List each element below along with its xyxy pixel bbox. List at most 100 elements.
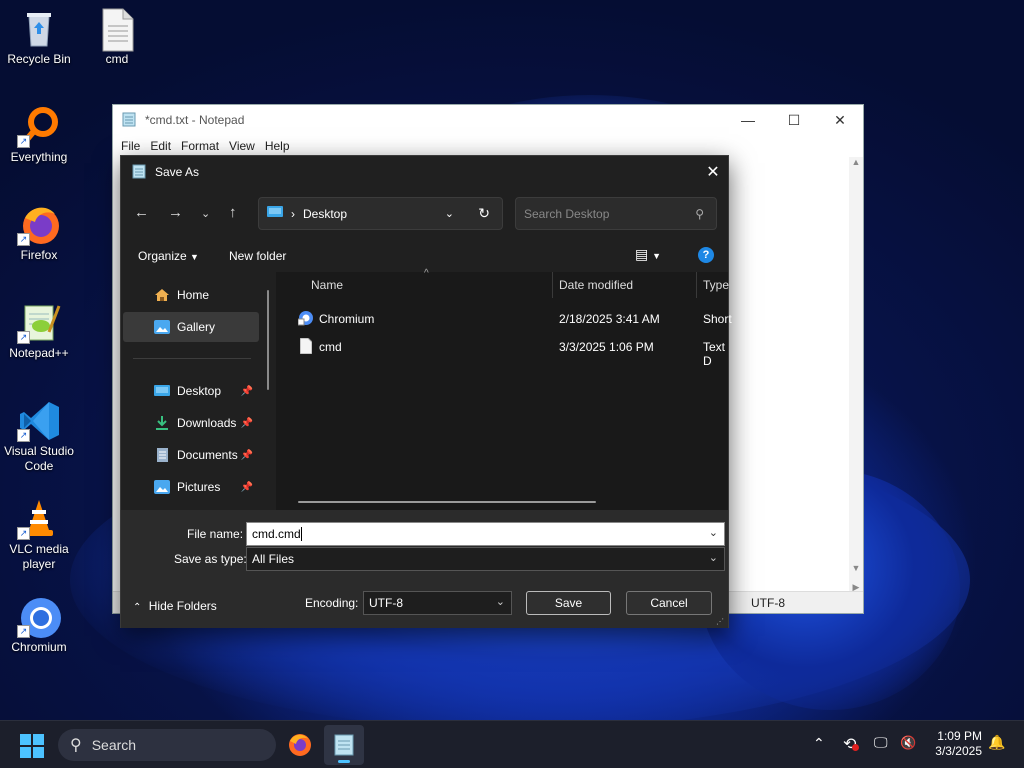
chromium-icon: ↗ (17, 596, 61, 638)
sidebar-label: Documents (177, 448, 238, 462)
menu-format[interactable]: Format (179, 139, 227, 153)
pin-icon[interactable]: 📌 (241, 418, 253, 429)
start-button[interactable] (20, 734, 44, 761)
search-desktop-box[interactable]: Search Desktop ⚲ (515, 197, 717, 230)
address-desktop[interactable]: Desktop (303, 207, 347, 221)
menu-file[interactable]: File (119, 139, 148, 153)
sync-status-icon[interactable]: ⟲ (843, 734, 859, 754)
pin-icon[interactable]: 📌 (241, 482, 253, 493)
chevron-down-icon[interactable]: ⌄ (201, 207, 210, 220)
pin-icon[interactable]: 📌 (241, 450, 253, 461)
windows-logo-icon (20, 734, 44, 758)
sort-ascending-icon: ^ (424, 268, 429, 279)
hide-folders-label: Hide Folders (148, 599, 217, 613)
resize-grip-icon[interactable]: ⋰ (716, 617, 724, 626)
desktop-icon-vlc[interactable]: ↗ VLC media player (0, 498, 78, 572)
desktop-icon-firefox[interactable]: ↗ Firefox (0, 204, 78, 263)
taskbar-search-box[interactable]: ⚲ Search (58, 729, 276, 761)
notification-bell-icon[interactable]: 🔔 (988, 734, 1005, 751)
shortcut-arrow-icon: ↗ (17, 625, 30, 638)
sidebar-item-gallery[interactable]: Gallery (123, 312, 259, 342)
sidebar-item-pictures[interactable]: Pictures 📌 (123, 472, 259, 502)
search-input[interactable]: Search Desktop (524, 207, 609, 221)
chevron-down-icon[interactable]: ⌄ (709, 551, 718, 564)
menu-edit[interactable]: Edit (148, 139, 179, 153)
minimize-button[interactable]: — (725, 112, 771, 129)
sidebar-label: Gallery (177, 320, 216, 334)
desktop-icon-cmd[interactable]: cmd (78, 8, 156, 67)
taskbar-firefox[interactable] (288, 733, 312, 760)
dialog-close-button[interactable]: ✕ (698, 162, 728, 182)
encoding-label: Encoding: (305, 596, 359, 610)
sidebar-item-documents[interactable]: Documents 📌 (123, 440, 259, 470)
firefox-icon: ↗ (17, 204, 59, 246)
shortcut-arrow-icon: ↗ (17, 331, 30, 344)
dialog-titlebar[interactable]: Save As ✕ (121, 156, 728, 188)
cancel-button[interactable]: Cancel (626, 591, 712, 615)
save-button[interactable]: Save (526, 591, 611, 615)
sidebar-label: Pictures (177, 480, 221, 494)
sidebar-item-home[interactable]: Home (123, 280, 259, 310)
save-as-type-select[interactable]: All Files ⌄ (246, 547, 725, 571)
menu-help[interactable]: Help (263, 139, 298, 153)
file-list-horizontal-scrollbar[interactable] (298, 501, 596, 503)
notepad-vertical-scrollbar[interactable]: ▲ ▼ ▶ (849, 157, 863, 597)
forward-arrow-icon[interactable]: → (168, 204, 183, 221)
file-name: cmd (319, 340, 342, 354)
error-badge-icon (852, 744, 859, 751)
chevron-down-icon[interactable]: ⌄ (496, 595, 505, 608)
desktop-icon-label: Firefox (20, 248, 58, 262)
text-file-icon (299, 337, 313, 357)
sidebar-scrollbar[interactable] (267, 290, 269, 390)
file-row[interactable]: cmd 3/3/2025 1:06 PM Text D (276, 334, 728, 368)
file-name-input[interactable]: cmd.cmd ⌄ (246, 522, 725, 546)
help-icon[interactable]: ? (698, 247, 714, 263)
network-icon[interactable]: 🖵 (874, 734, 888, 751)
column-separator[interactable] (696, 272, 697, 298)
sidebar-item-desktop[interactable]: Desktop 📌 (123, 376, 259, 406)
menu-view[interactable]: View (227, 139, 263, 153)
refresh-icon[interactable]: ↻ (478, 205, 490, 222)
volume-muted-icon[interactable]: 🔇 (900, 735, 916, 751)
taskbar-notepad[interactable] (324, 725, 364, 765)
file-list[interactable]: ^ Name Date modified Type Chromium 2/18/… (276, 268, 732, 510)
column-separator[interactable] (552, 272, 553, 298)
save-as-type-label: Save as type: (174, 552, 247, 566)
desktop-icon-notepad-plus-plus[interactable]: ↗ Notepad++ (0, 302, 78, 361)
shortcut-arrow-icon: ↗ (17, 135, 30, 148)
notepad-titlebar[interactable]: *cmd.txt - Notepad — ☐ ✕ (113, 105, 863, 135)
close-button[interactable]: ✕ (817, 112, 863, 129)
new-folder-button[interactable]: New folder (229, 249, 286, 263)
file-type: Short (703, 312, 732, 326)
desktop-icon-everything[interactable]: ↗ Everything (0, 106, 78, 165)
sidebar-item-downloads[interactable]: Downloads 📌 (123, 408, 259, 438)
desktop-icon-label: Chromium (11, 640, 67, 654)
desktop-icon-vscode[interactable]: ↗ Visual Studio Code (0, 400, 78, 474)
up-arrow-icon[interactable]: ↑ (229, 204, 237, 221)
maximize-button[interactable]: ☐ (771, 112, 817, 129)
column-header-date-modified[interactable]: Date modified (559, 278, 633, 292)
view-options-icon[interactable]: ▤ ▼ (635, 246, 661, 263)
organize-button[interactable]: Organize ▼ (138, 249, 199, 263)
address-bar[interactable]: › Desktop ⌄ ↻ (258, 197, 503, 230)
back-arrow-icon[interactable]: ← (134, 204, 149, 221)
address-dropdown-icon[interactable]: ⌄ (445, 207, 454, 220)
encoding-select[interactable]: UTF-8 ⌄ (363, 591, 512, 615)
text-file-icon (97, 8, 137, 52)
system-clock[interactable]: 1:09 PM 3/3/2025 (924, 729, 982, 759)
file-row[interactable]: Chromium 2/18/2025 3:41 AM Short (276, 306, 732, 332)
show-hidden-icons-button[interactable]: ⌃ (813, 735, 825, 752)
column-header-name[interactable]: Name (311, 278, 343, 292)
desktop-icon-recycle-bin[interactable]: Recycle Bin (0, 8, 78, 67)
column-header-type[interactable]: Type (703, 278, 729, 292)
desktop-icon-label: Visual Studio Code (4, 444, 74, 473)
hide-folders-button[interactable]: ⌃ Hide Folders (133, 599, 217, 613)
scroll-up-arrow-icon[interactable]: ▲ (849, 157, 863, 167)
save-as-dialog[interactable]: Save As ✕ ← → ⌄ ↑ › Desktop ⌄ ↻ Search D… (120, 155, 732, 628)
desktop-icon-chromium[interactable]: ↗ Chromium (0, 596, 78, 655)
pin-icon[interactable]: 📌 (241, 386, 253, 397)
taskbar: ⚲ Search ⌃ ⟲ 🖵 🔇 1:09 PM 3/3/2025 🔔 (0, 720, 1024, 768)
scroll-down-arrow-icon[interactable]: ▼ (849, 563, 863, 573)
sidebar-label: Downloads (177, 416, 237, 430)
chevron-down-icon[interactable]: ⌄ (709, 526, 718, 539)
